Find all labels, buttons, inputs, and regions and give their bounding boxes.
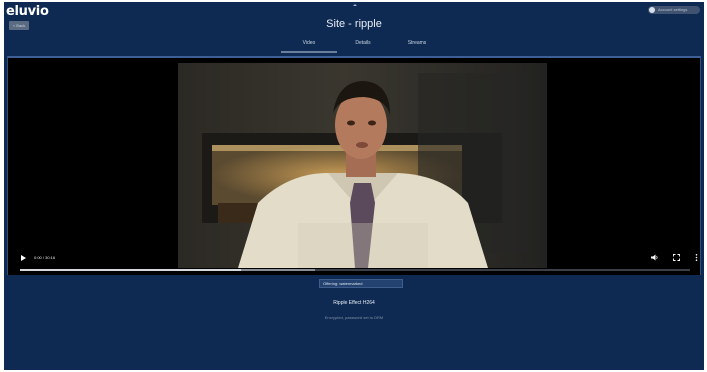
tab-streams[interactable]: Streams [389, 39, 445, 51]
more-options-icon[interactable] [692, 253, 701, 262]
progress-bar[interactable] [20, 269, 690, 271]
tab-details[interactable]: Details [337, 39, 389, 51]
video-player[interactable]: 0:00 / 30:16 [7, 56, 701, 275]
back-button[interactable]: < Back [9, 21, 29, 30]
caret-up-icon [353, 4, 357, 6]
volume-icon[interactable] [650, 253, 659, 262]
top-bar: eluvio < Back Site - ripple Account sett… [4, 2, 704, 56]
video-name: Ripple Effect H264 [333, 300, 375, 306]
user-icon [649, 7, 655, 13]
video-frame[interactable] [178, 63, 547, 268]
play-icon[interactable] [20, 254, 27, 262]
fullscreen-icon[interactable] [672, 253, 681, 262]
video-still-image [178, 63, 547, 268]
account-button[interactable]: Account settings [648, 6, 700, 14]
tab-video[interactable]: Video [281, 39, 337, 53]
page-title: Site - ripple [326, 18, 382, 30]
eluvio-logo[interactable]: eluvio [6, 4, 49, 19]
account-label: Account settings [658, 7, 688, 12]
progress-played [20, 269, 242, 271]
time-display: 0:00 / 30:16 [34, 255, 56, 260]
offering-select[interactable]: Offering: watermarked [319, 279, 403, 288]
tab-bar: Video Details Streams [269, 39, 469, 53]
publish-info: Encrypted, password set to DRM [324, 315, 384, 320]
app-window: eluvio < Back Site - ripple Account sett… [4, 2, 704, 370]
